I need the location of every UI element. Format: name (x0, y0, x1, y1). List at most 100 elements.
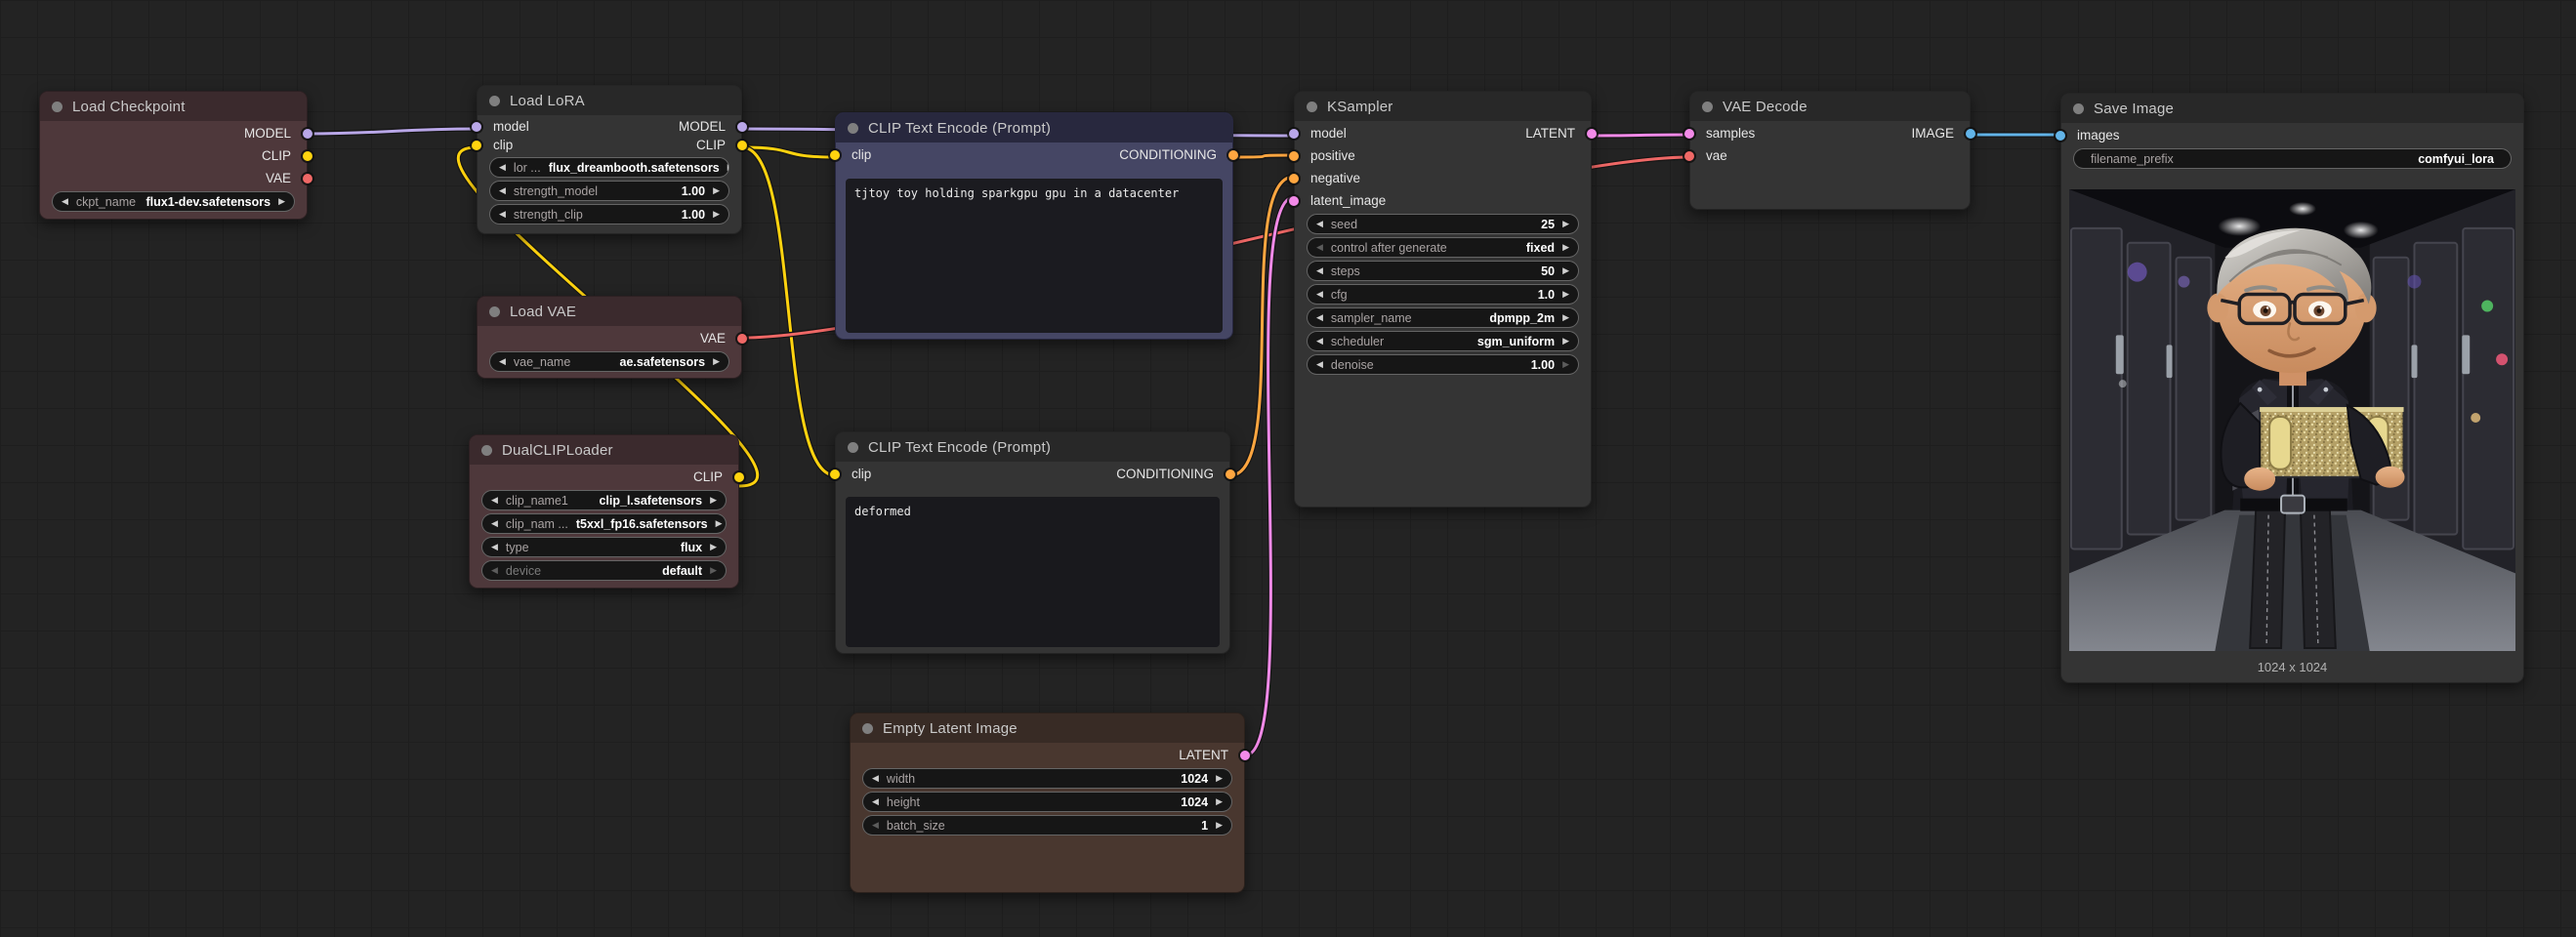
left-arrow-icon[interactable]: ◀ (872, 821, 879, 830)
port-images-input[interactable] (2056, 131, 2065, 141)
node-header[interactable]: DualCLIPLoader (470, 435, 738, 465)
port-model-output[interactable] (737, 122, 747, 132)
node-vae-decode[interactable]: VAE Decode samples IMAGE vae (1689, 91, 1971, 210)
node-header[interactable]: Load VAE (478, 297, 741, 326)
widget-filename-prefix[interactable]: filename_prefix comfyui_lora (2073, 148, 2512, 169)
node-load-lora[interactable]: Load LoRA model MODEL clip CLIP ◀ lor ..… (477, 85, 742, 234)
widget-strength-model[interactable]: ◀ strength_model 1.00 ▶ (489, 181, 729, 201)
right-arrow-icon[interactable]: ▶ (278, 197, 285, 206)
port-clip-output[interactable] (734, 472, 744, 482)
node-header[interactable]: Load LoRA (478, 86, 741, 115)
right-arrow-icon[interactable]: ▶ (713, 186, 720, 195)
right-arrow-icon[interactable]: ▶ (1216, 774, 1223, 783)
widget-vae-name[interactable]: ◀ vae_name ae.safetensors ▶ (489, 351, 729, 372)
right-arrow-icon[interactable]: ▶ (1562, 220, 1569, 228)
left-arrow-icon[interactable]: ◀ (1316, 266, 1323, 275)
widget-width[interactable]: ◀ width 1024 ▶ (862, 768, 1232, 789)
port-clip-input[interactable] (830, 150, 840, 160)
left-arrow-icon[interactable]: ◀ (1316, 360, 1323, 369)
port-vae-input[interactable] (1684, 151, 1694, 161)
port-negative-input[interactable] (1289, 174, 1299, 183)
right-arrow-icon[interactable]: ▶ (716, 519, 723, 528)
port-positive-input[interactable] (1289, 151, 1299, 161)
node-header[interactable]: Save Image (2061, 94, 2523, 123)
widget-scheduler[interactable]: ◀ scheduler sgm_uniform ▶ (1307, 331, 1579, 351)
left-arrow-icon[interactable]: ◀ (499, 357, 506, 366)
port-conditioning-output[interactable] (1228, 150, 1238, 160)
node-clip-text-encode-negative[interactable]: CLIP Text Encode (Prompt) clip CONDITION… (835, 431, 1230, 654)
right-arrow-icon[interactable]: ▶ (1562, 290, 1569, 299)
widget-device[interactable]: ◀ device default ▶ (481, 560, 727, 581)
left-arrow-icon[interactable]: ◀ (872, 774, 879, 783)
widget-clip-name1[interactable]: ◀ clip_name1 clip_l.safetensors ▶ (481, 490, 727, 510)
port-clip-input[interactable] (830, 469, 840, 479)
port-latent-output[interactable] (1587, 129, 1597, 139)
port-latent-output[interactable] (1240, 751, 1250, 760)
prompt-textarea[interactable]: tjtoy toy holding sparkgpu gpu in a data… (846, 179, 1223, 333)
widget-control-after-generate[interactable]: ◀ control after generate fixed ▶ (1307, 237, 1579, 258)
node-load-vae[interactable]: Load VAE VAE ◀ vae_name ae.safetensors ▶ (477, 296, 742, 379)
node-header[interactable]: CLIP Text Encode (Prompt) (836, 432, 1229, 462)
widget-ckpt-name[interactable]: ◀ ckpt_name flux1-dev.safetensors ▶ (52, 191, 295, 212)
right-arrow-icon[interactable]: ▶ (727, 163, 729, 172)
widget-denoise[interactable]: ◀ denoise 1.00 ▶ (1307, 354, 1579, 375)
port-clip-input[interactable] (472, 141, 481, 150)
port-conditioning-output[interactable] (1226, 469, 1235, 479)
left-arrow-icon[interactable]: ◀ (499, 210, 506, 219)
left-arrow-icon[interactable]: ◀ (491, 543, 498, 551)
node-header[interactable]: Load Checkpoint (40, 92, 307, 121)
right-arrow-icon[interactable]: ▶ (1216, 797, 1223, 806)
port-image-output[interactable] (1966, 129, 1975, 139)
right-arrow-icon[interactable]: ▶ (710, 496, 717, 505)
right-arrow-icon[interactable]: ▶ (1562, 337, 1569, 346)
right-arrow-icon[interactable]: ▶ (713, 210, 720, 219)
right-arrow-icon[interactable]: ▶ (710, 543, 717, 551)
right-arrow-icon[interactable]: ▶ (1562, 313, 1569, 322)
prompt-textarea[interactable]: deformed (846, 497, 1220, 647)
port-clip-output[interactable] (303, 151, 312, 161)
node-ksampler[interactable]: KSampler model LATENT positive negative … (1294, 91, 1592, 508)
node-header[interactable]: CLIP Text Encode (Prompt) (836, 113, 1232, 143)
widget-height[interactable]: ◀ height 1024 ▶ (862, 792, 1232, 812)
right-arrow-icon[interactable]: ▶ (1216, 821, 1223, 830)
right-arrow-icon[interactable]: ▶ (1562, 243, 1569, 252)
port-model-input[interactable] (1289, 129, 1299, 139)
node-load-checkpoint[interactable]: Load Checkpoint MODEL CLIP VAE ◀ ckpt_na… (39, 91, 308, 220)
left-arrow-icon[interactable]: ◀ (499, 163, 506, 172)
node-save-image[interactable]: Save Image images filename_prefix comfyu… (2060, 93, 2524, 683)
port-samples-input[interactable] (1684, 129, 1694, 139)
node-header[interactable]: KSampler (1295, 92, 1591, 121)
node-graph-canvas[interactable]: Load Checkpoint MODEL CLIP VAE ◀ ckpt_na… (0, 0, 2576, 937)
port-model-input[interactable] (472, 122, 481, 132)
port-vae-output[interactable] (737, 334, 747, 344)
widget-clip-name2[interactable]: ◀ clip_nam ... t5xxl_fp16.safetensors ▶ (481, 513, 727, 534)
left-arrow-icon[interactable]: ◀ (491, 496, 498, 505)
port-latent-image-input[interactable] (1289, 196, 1299, 206)
left-arrow-icon[interactable]: ◀ (1316, 290, 1323, 299)
widget-sampler-name[interactable]: ◀ sampler_name dpmpp_2m ▶ (1307, 307, 1579, 328)
widget-seed[interactable]: ◀ seed 25 ▶ (1307, 214, 1579, 234)
widget-strength-clip[interactable]: ◀ strength_clip 1.00 ▶ (489, 204, 729, 224)
left-arrow-icon[interactable]: ◀ (499, 186, 506, 195)
widget-batch-size[interactable]: ◀ batch_size 1 ▶ (862, 815, 1232, 835)
port-vae-output[interactable] (303, 174, 312, 183)
left-arrow-icon[interactable]: ◀ (491, 519, 498, 528)
left-arrow-icon[interactable]: ◀ (872, 797, 879, 806)
widget-steps[interactable]: ◀ steps 50 ▶ (1307, 261, 1579, 281)
left-arrow-icon[interactable]: ◀ (62, 197, 68, 206)
node-empty-latent-image[interactable]: Empty Latent Image LATENT ◀ width 1024 ▶… (850, 713, 1245, 893)
right-arrow-icon[interactable]: ▶ (713, 357, 720, 366)
left-arrow-icon[interactable]: ◀ (1316, 313, 1323, 322)
port-model-output[interactable] (303, 129, 312, 139)
node-header[interactable]: Empty Latent Image (851, 713, 1244, 743)
widget-cfg[interactable]: ◀ cfg 1.0 ▶ (1307, 284, 1579, 305)
port-clip-output[interactable] (737, 141, 747, 150)
node-clip-text-encode-positive[interactable]: CLIP Text Encode (Prompt) clip CONDITION… (835, 112, 1233, 340)
right-arrow-icon[interactable]: ▶ (1562, 266, 1569, 275)
left-arrow-icon[interactable]: ◀ (1316, 220, 1323, 228)
left-arrow-icon[interactable]: ◀ (1316, 243, 1323, 252)
widget-lora-name[interactable]: ◀ lor ... flux_dreambooth.safetensors ▶ (489, 157, 729, 178)
right-arrow-icon[interactable]: ▶ (710, 566, 717, 575)
left-arrow-icon[interactable]: ◀ (491, 566, 498, 575)
right-arrow-icon[interactable]: ▶ (1562, 360, 1569, 369)
